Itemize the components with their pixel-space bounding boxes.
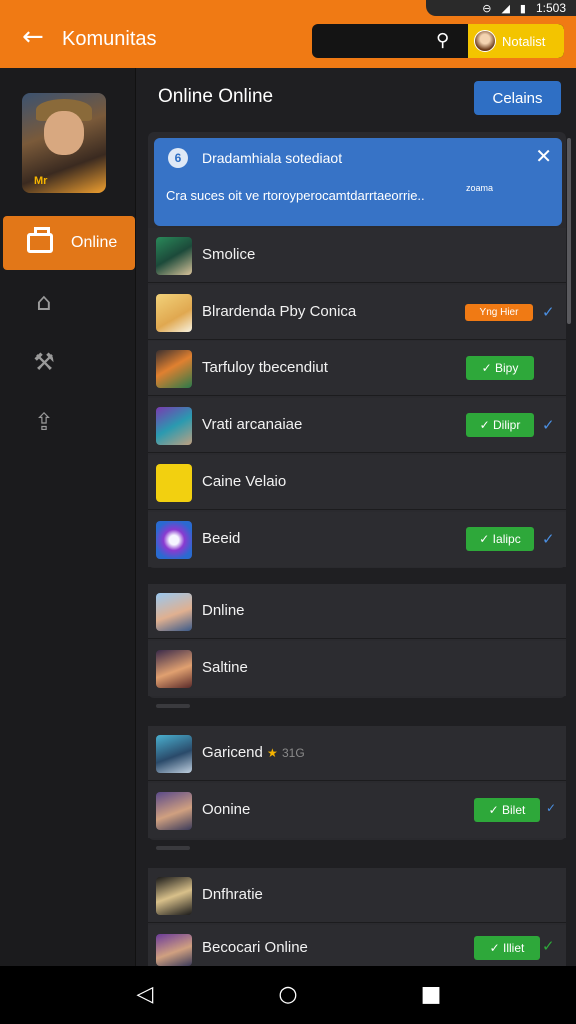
- avatar: [156, 934, 192, 966]
- briefcase-icon: [27, 227, 53, 253]
- avatar: [156, 407, 192, 445]
- item-name: Caine Velaio: [202, 473, 287, 490]
- close-icon[interactable]: ✕: [535, 144, 552, 168]
- celains-button[interactable]: Celains: [474, 81, 561, 115]
- battery-icon: ▮: [519, 1, 526, 15]
- list-item[interactable]: Blrardenda Pby Conica Yng Hier ✓: [148, 285, 566, 340]
- item-name: Tarfuloy tbecendiut: [202, 359, 328, 376]
- check-icon[interactable]: ✓: [542, 937, 555, 955]
- list-item[interactable]: Tarfuloy tbecendiut ✓ Bipy: [148, 341, 566, 396]
- avatar: [156, 735, 192, 773]
- hero-badge: Mr: [34, 175, 48, 187]
- item-name: Vrati arcanaiae: [202, 416, 303, 433]
- item-name: Oonine: [202, 801, 251, 818]
- avatar: [156, 650, 192, 688]
- star-icon: ★: [267, 746, 278, 760]
- status-badge[interactable]: ✓ Bipy: [466, 356, 534, 380]
- avatar: [156, 877, 192, 915]
- home-icon[interactable]: ○: [275, 982, 301, 1008]
- list-item[interactable]: Dnline: [148, 584, 566, 639]
- notice-title: Dradamhiala sotediaot: [202, 150, 343, 166]
- notice-small: zoama: [466, 183, 494, 193]
- list-item[interactable]: Saltine: [148, 641, 566, 696]
- divider: [156, 846, 190, 850]
- avatar: [156, 237, 192, 275]
- tools-icon[interactable]: ⚒: [30, 348, 58, 376]
- signal-icon: ◢: [501, 1, 510, 15]
- avatar: [156, 350, 192, 388]
- item-name: Garicend ★ 31G: [202, 744, 305, 761]
- item-name: Becocari Online: [202, 939, 308, 956]
- notify-label: Notalist: [502, 33, 546, 49]
- avatar: [156, 792, 192, 830]
- avatar: [156, 521, 192, 559]
- item-name: Saltine: [202, 659, 248, 676]
- avatar: [156, 294, 192, 332]
- page-title: Online Online: [158, 86, 274, 107]
- avatar: [156, 464, 192, 502]
- status-badge: Yng Hier: [465, 304, 533, 321]
- notify-button[interactable]: Notalist: [468, 24, 564, 58]
- status-badge[interactable]: ✓ Bilet: [474, 798, 540, 822]
- upload-lock-icon[interactable]: ⇪: [30, 408, 58, 436]
- app-bar: ⊖ ◢ ▮ 1:503 ← Komunitas ⚲ Notalist: [0, 0, 576, 68]
- search-box[interactable]: ⚲ Notalist: [312, 24, 564, 58]
- system-nav-bar: ◁ ○ ■: [0, 966, 576, 1024]
- sidebar-item-online[interactable]: Online: [3, 216, 135, 270]
- list-item[interactable]: Dnfhratie: [148, 868, 566, 923]
- back-icon[interactable]: ◁: [132, 982, 158, 1008]
- alarm-icon: ⊖: [482, 1, 492, 15]
- list-item[interactable]: Caine Velaio: [148, 455, 566, 510]
- info-icon: 6: [168, 148, 188, 168]
- search-icon[interactable]: ⚲: [436, 30, 449, 51]
- check-icon[interactable]: ✓: [542, 530, 555, 548]
- list-item[interactable]: Becocari Online ✓ Illiet ✓: [148, 925, 566, 966]
- notice-banner[interactable]: 6 Dradamhiala sotediaot ✕ zoama Cra suce…: [154, 138, 562, 226]
- divider: [156, 704, 190, 708]
- check-icon[interactable]: ✓: [542, 416, 555, 434]
- user-avatar: [474, 30, 496, 52]
- notice-body: Cra suces oit ve rtoroyperocamtdarrtaeor…: [166, 188, 425, 203]
- status-bar: ⊖ ◢ ▮ 1:503: [426, 0, 576, 16]
- check-icon[interactable]: ✓: [546, 801, 556, 815]
- list-item[interactable]: Oonine ✓ Bilet ✓: [148, 783, 566, 838]
- status-time: 1:503: [535, 1, 566, 15]
- list-item[interactable]: Vrati arcanaiae ✓ Dilipr ✓: [148, 398, 566, 453]
- item-name: Smolice: [202, 246, 256, 263]
- check-icon[interactable]: ✓: [542, 303, 555, 321]
- sidebar-item-label: Online: [71, 234, 118, 251]
- app-title: Komunitas: [62, 28, 157, 50]
- item-name: Dnline: [202, 602, 245, 619]
- list-item[interactable]: Smolice: [148, 228, 566, 283]
- status-badge[interactable]: ✓ Illiet: [474, 936, 540, 960]
- avatar: [156, 593, 192, 631]
- sidebar: Mr Online ⌂ ⚒ ⇪: [0, 68, 136, 966]
- recents-icon[interactable]: ■: [418, 982, 444, 1008]
- status-badge[interactable]: ✓ Dilipr: [466, 413, 534, 437]
- scrollbar[interactable]: [567, 138, 571, 324]
- list-item[interactable]: Garicend ★ 31G: [148, 726, 566, 781]
- hero-portrait[interactable]: Mr: [22, 93, 106, 193]
- item-name: Blrardenda Pby Conica: [202, 303, 357, 320]
- gallery-icon[interactable]: ⌂: [30, 288, 58, 316]
- status-badge[interactable]: ✓ Ialipc: [466, 527, 534, 551]
- item-name: Dnfhratie: [202, 886, 263, 903]
- back-arrow-icon[interactable]: ←: [22, 24, 48, 50]
- item-name: Beeid: [202, 530, 241, 547]
- list-item[interactable]: Beeid ✓ Ialipc ✓: [148, 512, 566, 567]
